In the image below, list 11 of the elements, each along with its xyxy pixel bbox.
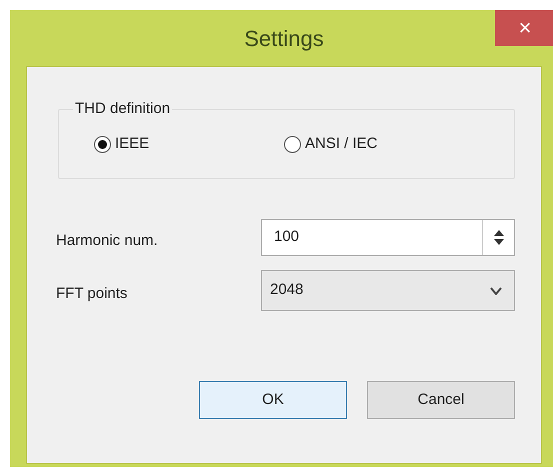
dropdown-field[interactable]: 2048 <box>261 270 515 311</box>
field-label: Harmonic num. <box>56 231 159 252</box>
close-button[interactable]: × <box>495 10 553 46</box>
field-label: FFT points <box>56 284 128 304</box>
cancel-button[interactable]: Cancel <box>367 381 515 419</box>
spin-field[interactable]: 100 <box>261 219 515 256</box>
chevron-icon <box>490 286 502 294</box>
radio-option[interactable]: IEEE <box>94 132 284 156</box>
window-title: Settings <box>244 24 324 53</box>
ok-button[interactable]: OK <box>199 381 347 419</box>
radio-option[interactable]: ANSI / IEC <box>284 132 378 156</box>
